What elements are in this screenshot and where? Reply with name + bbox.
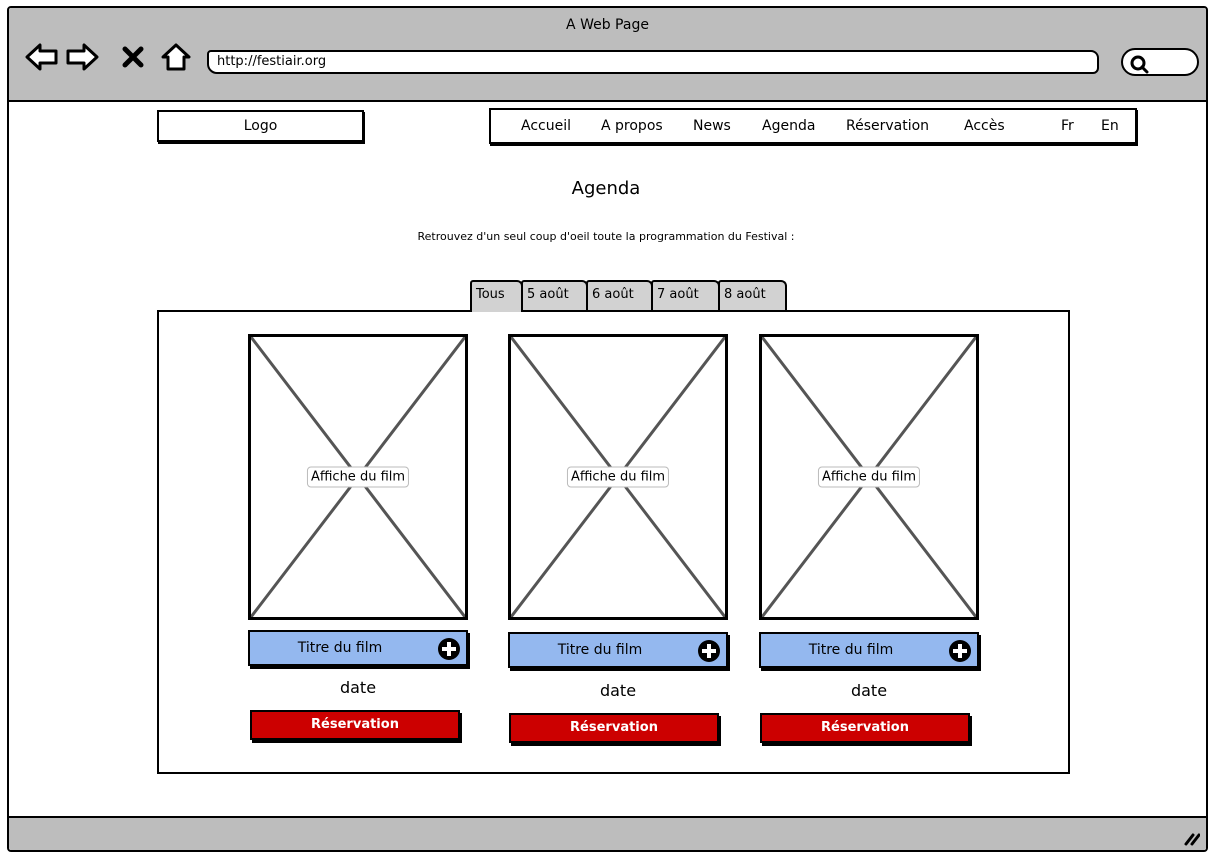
- nav-item-news[interactable]: News: [693, 118, 731, 134]
- tab-5-aout[interactable]: 5 août: [521, 280, 588, 312]
- forward-arrow-icon[interactable]: [65, 40, 99, 74]
- main-navigation: Accueil A propos News Agenda Réservation…: [489, 108, 1137, 144]
- film-title-bar[interactable]: Titre du film: [759, 632, 979, 668]
- poster-label: Affiche du film: [566, 466, 670, 488]
- intro-text: Retrouvez d'un seul coup d'oeil toute la…: [417, 230, 795, 243]
- nav-item-a-propos[interactable]: A propos: [601, 118, 663, 134]
- lang-en[interactable]: En: [1101, 118, 1119, 134]
- url-input[interactable]: http://festiair.org: [207, 50, 1099, 74]
- lang-fr[interactable]: Fr: [1061, 118, 1074, 134]
- film-title-bar[interactable]: Titre du film: [508, 632, 728, 668]
- browser-toolbar: A Web Page http://festiair.org: [9, 8, 1206, 102]
- tab-6-aout[interactable]: 6 août: [586, 280, 653, 312]
- back-arrow-icon[interactable]: [25, 40, 59, 74]
- page-title: Agenda: [571, 178, 641, 199]
- film-poster-placeholder[interactable]: Affiche du film: [248, 334, 468, 620]
- reservation-button[interactable]: Réservation: [760, 713, 970, 743]
- plus-icon[interactable]: [438, 638, 460, 660]
- film-date: date: [599, 681, 637, 700]
- close-icon[interactable]: [121, 40, 145, 74]
- film-title: Titre du film: [808, 642, 894, 658]
- plus-icon[interactable]: [698, 640, 720, 662]
- plus-icon[interactable]: [949, 640, 971, 662]
- resize-grip-icon[interactable]: [1180, 826, 1200, 846]
- film-title: Titre du film: [557, 642, 643, 658]
- nav-item-agenda[interactable]: Agenda: [762, 118, 815, 134]
- search-icon: [1130, 55, 1149, 74]
- nav-item-acces[interactable]: Accès: [964, 118, 1005, 134]
- logo-placeholder[interactable]: Logo: [157, 110, 364, 142]
- nav-item-reservation[interactable]: Réservation: [846, 118, 929, 134]
- film-poster-placeholder[interactable]: Affiche du film: [508, 334, 728, 620]
- reservation-button[interactable]: Réservation: [509, 713, 719, 743]
- film-date: date: [850, 681, 888, 700]
- nav-item-accueil[interactable]: Accueil: [521, 118, 571, 134]
- browser-search-button[interactable]: [1121, 48, 1199, 76]
- tab-tous[interactable]: Tous: [470, 280, 523, 312]
- browser-status-bar: [9, 816, 1206, 850]
- film-title-bar[interactable]: Titre du film: [248, 630, 468, 666]
- tab-8-aout[interactable]: 8 août: [718, 280, 787, 312]
- home-icon[interactable]: [159, 40, 193, 74]
- poster-label: Affiche du film: [306, 466, 410, 488]
- film-date: date: [339, 678, 377, 697]
- film-title: Titre du film: [297, 640, 383, 656]
- reservation-button[interactable]: Réservation: [250, 710, 460, 740]
- film-poster-placeholder[interactable]: Affiche du film: [759, 334, 979, 620]
- tab-7-aout[interactable]: 7 août: [651, 280, 720, 312]
- window-title: A Web Page: [566, 17, 649, 33]
- poster-label: Affiche du film: [817, 466, 921, 488]
